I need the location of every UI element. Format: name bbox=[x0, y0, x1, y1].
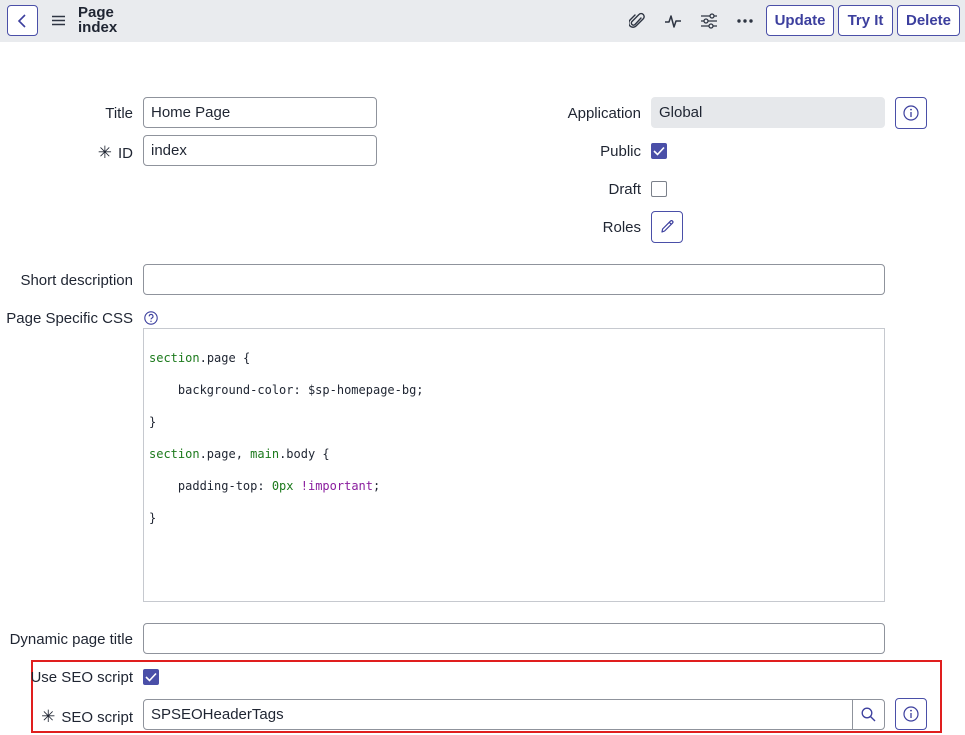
code-line: background-color: $sp-homepage-bg; bbox=[149, 383, 424, 397]
sliders-icon[interactable] bbox=[698, 10, 720, 32]
code-line: padding-top: 0px !important; bbox=[149, 479, 381, 493]
activity-pulse-icon[interactable] bbox=[662, 10, 684, 32]
application-field bbox=[651, 97, 885, 128]
roles-label: Roles bbox=[602, 219, 641, 236]
public-checkbox[interactable] bbox=[651, 143, 667, 159]
pencil-icon bbox=[661, 220, 674, 233]
search-icon bbox=[861, 707, 876, 722]
title-input[interactable] bbox=[143, 97, 377, 128]
seo-script-input[interactable] bbox=[144, 700, 854, 729]
checkmark-icon bbox=[653, 146, 665, 156]
code-line: } bbox=[149, 415, 157, 429]
delete-button[interactable]: Delete bbox=[897, 5, 960, 36]
info-icon bbox=[903, 105, 919, 121]
back-button[interactable] bbox=[7, 5, 38, 36]
seo-script-lookup-button[interactable] bbox=[852, 700, 884, 729]
application-info-button[interactable] bbox=[895, 97, 927, 129]
page-title-line1: Page bbox=[78, 4, 114, 21]
help-question-icon[interactable] bbox=[144, 311, 158, 325]
title-label: Title bbox=[105, 105, 133, 122]
info-icon bbox=[903, 706, 919, 722]
application-label: Application bbox=[567, 105, 641, 122]
paperclip-icon[interactable] bbox=[626, 10, 648, 32]
id-label: ✳ ID bbox=[98, 143, 133, 163]
try-it-button[interactable]: Try It bbox=[838, 5, 893, 36]
public-label: Public bbox=[600, 143, 641, 160]
checkmark-icon bbox=[145, 672, 157, 682]
page-css-label: Page Specific CSS bbox=[6, 310, 133, 327]
use-seo-script-checkbox[interactable] bbox=[143, 669, 159, 685]
draft-checkbox[interactable] bbox=[651, 181, 667, 197]
more-ellipsis-icon[interactable] bbox=[734, 10, 756, 32]
dynamic-page-title-input[interactable] bbox=[143, 623, 885, 654]
seo-script-info-button[interactable] bbox=[895, 698, 927, 730]
required-asterisk-icon: ✳ bbox=[41, 707, 56, 726]
seo-script-label: ✳ SEO script bbox=[41, 707, 133, 727]
back-arrow-icon bbox=[17, 13, 26, 28]
required-asterisk-icon: ✳ bbox=[97, 143, 112, 162]
code-line: section.page, main.body { bbox=[149, 447, 330, 461]
page-title-line2: index bbox=[78, 19, 118, 36]
code-line: } bbox=[149, 511, 157, 525]
css-code-editor[interactable]: section.page { background-color: $sp-hom… bbox=[143, 328, 885, 602]
short-description-input[interactable] bbox=[143, 264, 885, 295]
id-label-text: ID bbox=[118, 145, 133, 162]
seo-script-label-text: SEO script bbox=[61, 709, 133, 726]
hamburger-menu-icon[interactable] bbox=[51, 13, 65, 27]
roles-edit-button[interactable] bbox=[651, 211, 683, 243]
dynamic-page-title-label: Dynamic page title bbox=[9, 631, 133, 648]
code-line: section.page { bbox=[149, 351, 251, 365]
id-input[interactable] bbox=[143, 135, 377, 166]
page-title: Page index bbox=[78, 5, 117, 35]
short-description-label: Short description bbox=[20, 272, 133, 289]
update-button[interactable]: Update bbox=[766, 5, 834, 36]
form-header: Page index Update Try It Delete bbox=[0, 0, 965, 42]
use-seo-script-label: Use SEO script bbox=[30, 669, 133, 686]
seo-script-reference-field bbox=[143, 699, 885, 730]
draft-label: Draft bbox=[608, 181, 641, 198]
